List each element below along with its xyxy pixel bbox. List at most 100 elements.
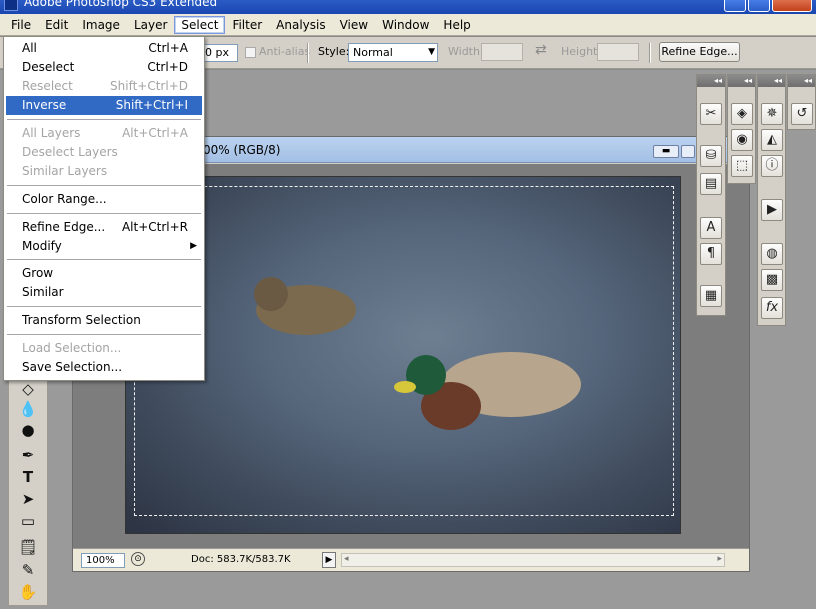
histogram-icon[interactable]: ◭: [761, 129, 783, 151]
document-size-info: Doc: 583.7K/583.7K: [191, 554, 291, 565]
refine-edge-button[interactable]: Refine Edge...: [659, 42, 740, 62]
document-minimize-button[interactable]: ▬: [653, 145, 679, 158]
menu-item-all[interactable]: All Ctrl+A: [6, 39, 202, 58]
pen-tool-icon[interactable]: ✒: [17, 445, 39, 465]
duck-photo: [125, 176, 681, 534]
menu-item-deselect[interactable]: Deselect Ctrl+D: [6, 58, 202, 77]
styles-fx-icon[interactable]: fx: [761, 297, 783, 319]
menu-item-similar[interactable]: Similar: [6, 283, 202, 302]
menu-select[interactable]: Select: [174, 15, 226, 34]
window-close-button[interactable]: [772, 0, 812, 12]
menu-item-deselect-layers: Deselect Layers: [22, 145, 118, 159]
document-title: 00% (RGB/8): [203, 143, 281, 157]
select-menu-dropdown: All Ctrl+A Deselect Ctrl+D Reselect Shif…: [3, 36, 205, 381]
navigator-icon[interactable]: ✵: [761, 103, 783, 125]
panel-dock-1: ◂◂ ✂ ⛁ ▤ A ¶ ▦: [696, 74, 726, 316]
blur-tool-icon[interactable]: 💧: [17, 399, 39, 419]
window-maximize-button[interactable]: [748, 0, 770, 12]
panel-collapse-icon[interactable]: ◂◂: [788, 75, 815, 87]
actions-icon[interactable]: ▶: [761, 199, 783, 221]
panel-dock-3: ◂◂ ✵ ◭ ⓘ ▶ ◍ ▩ fx: [757, 74, 786, 326]
panel-dock-4: ◂◂ ↺: [787, 74, 816, 130]
menu-separator: [7, 213, 201, 214]
dropdown-arrow-icon: ▼: [428, 47, 435, 57]
scroll-left-icon[interactable]: ◂: [344, 554, 349, 564]
menu-separator: [7, 334, 201, 335]
menu-image[interactable]: Image: [75, 16, 127, 34]
rectangle-tool-icon[interactable]: ▭: [17, 511, 39, 531]
menu-help[interactable]: Help: [436, 16, 477, 34]
tools-panel: ◇ 💧 ● ✒ T ➤ ▭ 🗒 ✎ ✋: [8, 376, 48, 606]
style-select[interactable]: Normal ▼: [348, 43, 438, 62]
antialias-label: Anti-alias: [259, 45, 311, 58]
menu-edit[interactable]: Edit: [38, 16, 75, 34]
zoom-icon[interactable]: ⊙: [131, 552, 145, 566]
color-icon[interactable]: ◍: [761, 243, 783, 265]
antialias-checkbox[interactable]: [245, 47, 256, 58]
style-select-value: Normal: [353, 46, 393, 59]
height-input[interactable]: [597, 43, 639, 61]
swap-dimensions-icon[interactable]: ⇄: [535, 42, 547, 58]
width-label: Width:: [448, 45, 484, 58]
layer-comps-icon[interactable]: ▤: [700, 173, 722, 195]
menu-item-modify[interactable]: Modify ▶: [6, 237, 202, 256]
document-status-bar: 100% ⊙ Doc: 583.7K/583.7K ▶ ◂ ▸: [73, 548, 749, 571]
status-menu-play-icon[interactable]: ▶: [322, 552, 336, 568]
menu-analysis[interactable]: Analysis: [269, 16, 332, 34]
menu-separator: [7, 306, 201, 307]
hand-tool-icon[interactable]: ✋: [17, 582, 39, 602]
zoom-input[interactable]: 100%: [81, 553, 125, 568]
menu-filter[interactable]: Filter: [225, 16, 269, 34]
paths-icon[interactable]: ⬚: [731, 155, 753, 177]
type-tool-icon[interactable]: T: [17, 467, 39, 487]
panel-dock-2: ◂◂ ◈ ◉ ⬚: [727, 74, 756, 184]
menu-item-all-layers: All Layers Alt+Ctrl+A: [22, 126, 188, 140]
notes-panel-icon[interactable]: ▦: [700, 285, 722, 307]
eyedropper-tool-icon[interactable]: ✎: [17, 560, 39, 580]
style-label: Style:: [318, 45, 350, 58]
window-minimize-button[interactable]: [724, 0, 746, 12]
swatches-icon[interactable]: ▩: [761, 269, 783, 291]
menu-item-save-selection[interactable]: Save Selection...: [6, 358, 202, 377]
channels-icon[interactable]: ◉: [731, 129, 753, 151]
window-titlebar: Adobe Photoshop CS3 Extended: [0, 0, 816, 14]
paint-bucket-tool-icon[interactable]: ◇: [17, 379, 39, 399]
paragraph-icon[interactable]: ¶: [700, 243, 722, 265]
info-icon[interactable]: ⓘ: [761, 155, 783, 177]
menu-item-reselect: Reselect Shift+Ctrl+D: [22, 79, 188, 93]
menu-view[interactable]: View: [333, 16, 375, 34]
panel-collapse-icon[interactable]: ◂◂: [697, 75, 725, 87]
notes-tool-icon[interactable]: 🗒: [17, 537, 39, 557]
panel-collapse-icon[interactable]: ◂◂: [758, 75, 785, 87]
menu-bar: File Edit Image Layer Select Filter Anal…: [0, 14, 816, 36]
document-maximize-button[interactable]: [681, 145, 695, 158]
menu-item-transform-selection[interactable]: Transform Selection: [6, 311, 202, 330]
selection-marquee: [134, 186, 674, 516]
menu-separator: [7, 119, 201, 120]
menu-window[interactable]: Window: [375, 16, 436, 34]
menu-separator: [7, 185, 201, 186]
options-separator: [307, 43, 309, 63]
character-icon[interactable]: A: [700, 217, 722, 239]
layers-icon[interactable]: ◈: [731, 103, 753, 125]
width-input[interactable]: [481, 43, 523, 61]
window-title: Adobe Photoshop CS3 Extended: [24, 0, 218, 9]
panel-collapse-icon[interactable]: ◂◂: [728, 75, 755, 87]
menu-item-refine-edge[interactable]: Refine Edge... Alt+Ctrl+R: [6, 218, 202, 237]
menu-separator: [7, 259, 201, 260]
menu-file[interactable]: File: [4, 16, 38, 34]
feather-input[interactable]: 0 px: [200, 44, 238, 62]
scroll-right-icon[interactable]: ▸: [717, 554, 722, 564]
menu-item-color-range[interactable]: Color Range...: [6, 190, 202, 209]
history-icon[interactable]: ↺: [791, 103, 813, 125]
horizontal-scrollbar[interactable]: ◂ ▸: [341, 553, 725, 567]
dodge-tool-icon[interactable]: ●: [17, 420, 39, 440]
clone-source-icon[interactable]: ⛁: [700, 145, 722, 167]
photoshop-app-icon: [4, 0, 18, 11]
tool-presets-icon[interactable]: ✂: [700, 103, 722, 125]
menu-item-grow[interactable]: Grow: [6, 264, 202, 283]
menu-item-inverse[interactable]: Inverse Shift+Ctrl+I: [6, 96, 202, 115]
submenu-arrow-icon: ▶: [190, 241, 197, 251]
path-selection-tool-icon[interactable]: ➤: [17, 489, 39, 509]
menu-layer[interactable]: Layer: [127, 16, 174, 34]
